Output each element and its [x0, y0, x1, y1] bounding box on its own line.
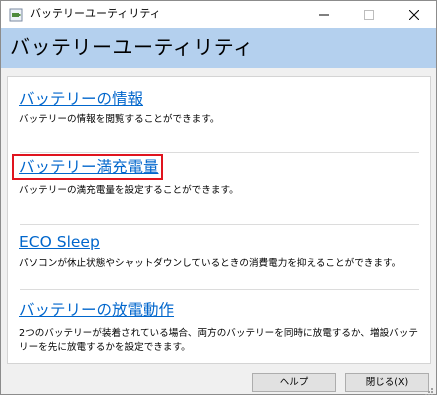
eco-sleep-link[interactable]: ECO Sleep: [19, 232, 100, 252]
full-charge-link[interactable]: バッテリー満充電量: [19, 157, 159, 177]
window-title: バッテリーユーティリティ: [30, 7, 161, 20]
close-icon: [408, 5, 419, 24]
banner-title: バッテリーユーティリティ: [10, 35, 254, 59]
battery-info-description: バッテリーの情報を閲覧することができます。: [19, 114, 220, 125]
help-button[interactable]: ヘルプ: [252, 373, 336, 392]
header-banner: バッテリーユーティリティ: [1, 28, 436, 68]
discharge-behavior-link[interactable]: バッテリーの放電動作: [19, 300, 174, 320]
close-window-button[interactable]: [391, 1, 436, 28]
title-bar[interactable]: バッテリーユーティリティ: [1, 1, 436, 28]
resize-grip-icon[interactable]: [424, 382, 434, 395]
options-panel: バッテリーの情報 バッテリーの情報を閲覧することができます。 バッテリー満充電量…: [7, 76, 431, 364]
maximize-button[interactable]: [346, 1, 391, 28]
divider: [20, 224, 419, 225]
close-button[interactable]: 閉じる(X): [345, 373, 429, 392]
maximize-icon: [363, 5, 374, 24]
minimize-icon: [318, 5, 329, 24]
battery-utility-window: バッテリーユーティリティ バッテリーユーティリティ バッテリーの情報 バッテリー…: [0, 0, 437, 395]
battery-info-link[interactable]: バッテリーの情報: [19, 89, 143, 109]
discharge-behavior-description: 2つのバッテリーが装着されている場合、両方のバッテリーを同時に放電するか、増設バ…: [19, 328, 418, 353]
divider: [20, 152, 419, 153]
divider: [20, 289, 419, 290]
battery-app-icon: [9, 7, 23, 22]
minimize-button[interactable]: [301, 1, 346, 28]
eco-sleep-description: パソコンが休止状態やシャットダウンしているときの消費電力を抑えることができます。: [19, 258, 402, 269]
full-charge-description: バッテリーの満充電量を設定することができます。: [19, 185, 239, 196]
